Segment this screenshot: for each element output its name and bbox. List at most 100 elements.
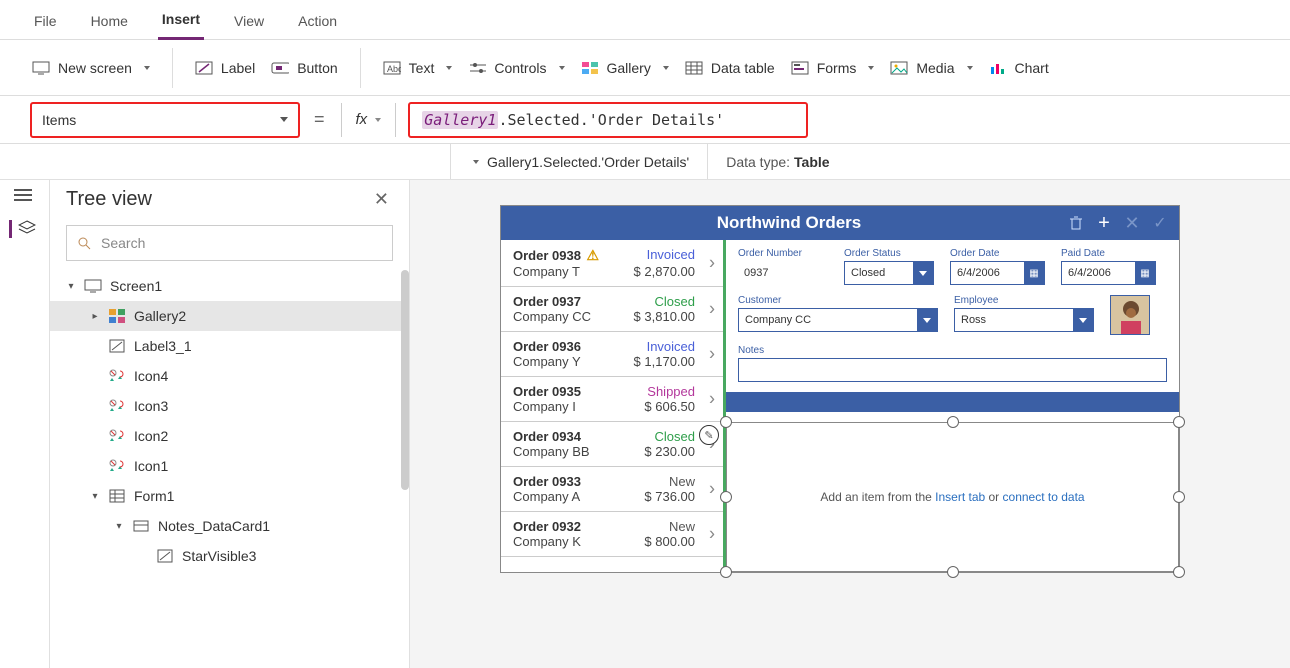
selected-form-region[interactable]: ✎ Add an item from the Insert tab or con… [726, 422, 1179, 572]
tree-node-icon1[interactable]: Icon1 [50, 451, 409, 481]
resize-handle[interactable] [947, 416, 959, 428]
chevron-down-icon [473, 160, 479, 164]
field-label-order-number: Order Number [738, 248, 828, 259]
customer-dropdown[interactable]: Company CC [738, 308, 938, 332]
tree-search-input[interactable]: Search [66, 225, 393, 261]
formula-result-type: Data type: Table [708, 144, 847, 179]
resize-handle[interactable] [947, 566, 959, 578]
resize-handle[interactable] [720, 491, 732, 503]
tree-twisty[interactable] [90, 491, 100, 502]
order-status: New [669, 519, 695, 534]
tree-node-gallery2[interactable]: Gallery2 [50, 301, 409, 331]
order-name: Order 0934 [513, 429, 581, 444]
tree-node-starvisible3[interactable]: StarVisible3 [50, 541, 409, 571]
order-row[interactable]: Order 0935ShippedCompany I$ 606.50› [501, 377, 723, 422]
order-name: Order 0938 ⚠ [513, 247, 599, 264]
tree-node-icon4[interactable]: Icon4 [50, 361, 409, 391]
tree-node-icon3[interactable]: Icon3 [50, 391, 409, 421]
insert-gallery-dropdown[interactable]: Gallery [573, 54, 677, 82]
check-icon[interactable]: ✓ [1151, 214, 1169, 232]
empty-form-message: Add an item from the Insert tab or conne… [820, 490, 1084, 504]
tree-twisty[interactable] [114, 521, 124, 532]
property-dropdown[interactable]: Items [30, 102, 300, 138]
menu-bar: File Home Insert View Action [0, 0, 1290, 40]
tree-view-title: Tree view [66, 188, 152, 211]
connect-data-link[interactable]: connect to data [1003, 490, 1085, 504]
order-row[interactable]: Order 0933NewCompany A$ 736.00› [501, 467, 723, 512]
tree-node-label: Screen1 [110, 278, 162, 294]
order-row[interactable]: Order 0938 ⚠InvoicedCompany T$ 2,870.00› [501, 240, 723, 287]
button-icon [271, 60, 289, 76]
menu-view[interactable]: View [230, 7, 268, 39]
insert-controls-dropdown[interactable]: Controls [460, 54, 572, 82]
label-icon [108, 338, 126, 354]
field-label-order-status: Order Status [844, 248, 934, 259]
order-row[interactable]: Order 0932NewCompany K$ 800.00› [501, 512, 723, 557]
insert-forms-dropdown[interactable]: Forms [783, 54, 883, 82]
label-icon [156, 548, 174, 564]
order-amount: $ 606.50 [644, 399, 695, 414]
tree-node-screen1[interactable]: Screen1 [50, 271, 409, 301]
new-screen-button[interactable]: New screen [24, 54, 158, 82]
order-status-dropdown[interactable]: Closed [844, 261, 934, 285]
hamburger-icon[interactable] [14, 188, 36, 206]
svg-text:Abc: Abc [387, 64, 401, 74]
resize-handle[interactable] [1173, 491, 1185, 503]
cancel-x-icon[interactable]: ✕ [1123, 214, 1141, 232]
order-row[interactable]: Order 0934ClosedCompany BB$ 230.00› [501, 422, 723, 467]
employee-dropdown[interactable]: Ross [954, 308, 1094, 332]
data-type-label: Data type: [726, 154, 790, 170]
order-row[interactable]: Order 0937ClosedCompany CC$ 3,810.00› [501, 287, 723, 332]
tree-view-icon[interactable] [9, 220, 31, 238]
formula-input[interactable]: Gallery1.Selected.'Order Details' [408, 102, 808, 138]
tree-node-label: Icon4 [134, 368, 168, 384]
resize-handle[interactable] [720, 416, 732, 428]
insert-tab-link[interactable]: Insert tab [935, 490, 985, 504]
insert-media-dropdown[interactable]: Media [882, 54, 980, 82]
tree-node-notes_datacard1[interactable]: Notes_DataCard1 [50, 511, 409, 541]
edit-pencil-icon[interactable]: ✎ [699, 425, 719, 445]
order-company: Company T [513, 264, 580, 279]
notes-input[interactable] [738, 358, 1167, 382]
menu-insert[interactable]: Insert [158, 5, 204, 40]
paid-date-picker[interactable]: 6/4/2006▦ [1061, 261, 1156, 285]
order-date-picker[interactable]: 6/4/2006▦ [950, 261, 1045, 285]
order-name: Order 0932 [513, 519, 581, 534]
tree-twisty[interactable] [90, 311, 100, 322]
insert-text-dropdown[interactable]: Abc Text [375, 54, 461, 82]
order-row[interactable]: Order 0936InvoicedCompany Y$ 1,170.00› [501, 332, 723, 377]
trash-icon[interactable] [1067, 214, 1085, 232]
tree-node-label3_1[interactable]: Label3_1 [50, 331, 409, 361]
iconctrl-icon [108, 458, 126, 474]
chevron-right-icon: › [709, 479, 715, 500]
chevron-down-icon [663, 66, 669, 70]
order-status: Closed [655, 429, 695, 444]
form-icon [108, 488, 126, 504]
plus-icon[interactable]: + [1095, 214, 1113, 232]
app-preview: Northwind Orders + ✕ ✓ Order 0938 ⚠Invoi… [500, 205, 1180, 573]
menu-home[interactable]: Home [87, 7, 132, 39]
insert-forms-label: Forms [817, 60, 857, 76]
data-type-value: Table [794, 154, 830, 170]
resize-handle[interactable] [1173, 566, 1185, 578]
insert-button-button[interactable]: Button [263, 54, 345, 82]
order-gallery[interactable]: Order 0938 ⚠InvoicedCompany T$ 2,870.00›… [501, 240, 726, 572]
section-divider [726, 392, 1179, 412]
tree-node-form1[interactable]: Form1 [50, 481, 409, 511]
canvas[interactable]: Northwind Orders + ✕ ✓ Order 0938 ⚠Invoi… [410, 180, 1290, 668]
order-company: Company I [513, 399, 576, 414]
formula-result-path[interactable]: Gallery1.Selected.'Order Details' [450, 144, 708, 179]
resize-handle[interactable] [720, 566, 732, 578]
menu-file[interactable]: File [30, 7, 61, 39]
menu-action[interactable]: Action [294, 7, 341, 39]
tree-node-icon2[interactable]: Icon2 [50, 421, 409, 451]
insert-media-label: Media [916, 60, 954, 76]
resize-handle[interactable] [1173, 416, 1185, 428]
insert-datatable-button[interactable]: Data table [677, 54, 783, 82]
scrollbar-thumb[interactable] [401, 270, 409, 490]
fx-button[interactable]: fx [354, 111, 384, 128]
insert-label-button[interactable]: Label [187, 54, 263, 82]
tree-twisty[interactable] [66, 281, 76, 292]
close-icon[interactable]: ✕ [374, 189, 389, 210]
insert-chart-dropdown[interactable]: Chart [981, 54, 1057, 82]
